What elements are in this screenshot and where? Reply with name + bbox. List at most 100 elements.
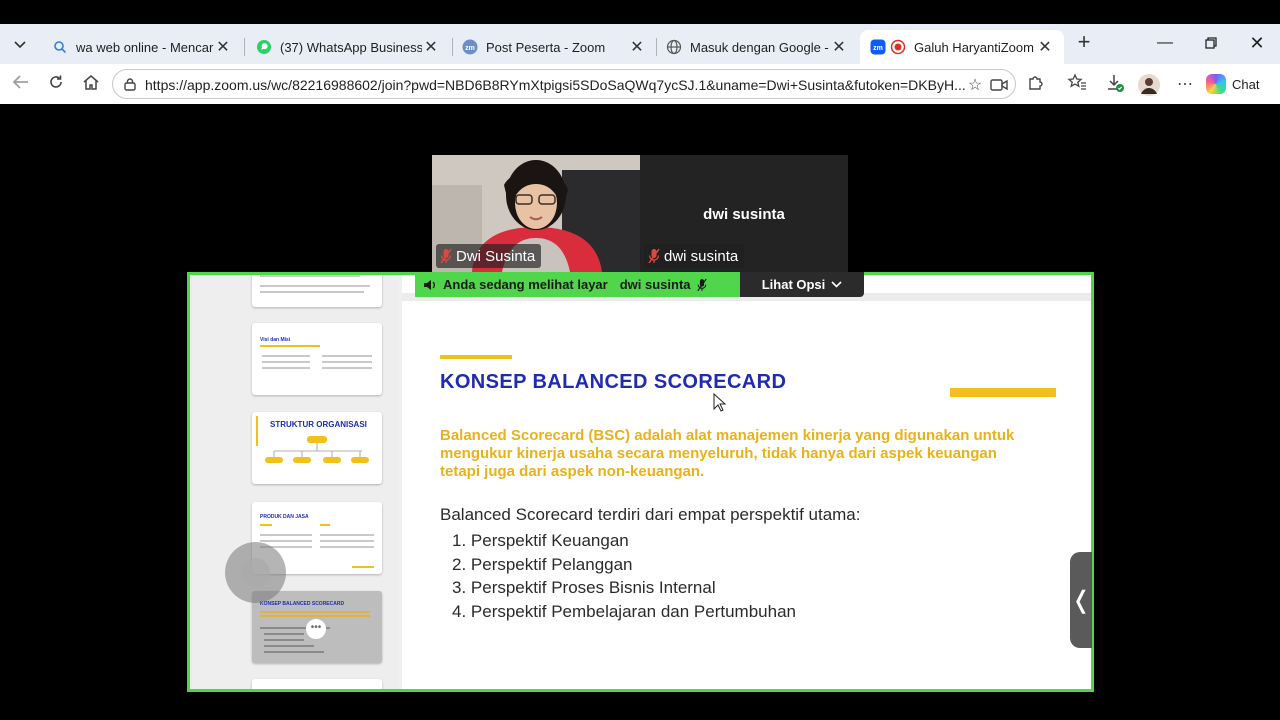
shared-screen[interactable]: Visi dan Misi STRUKTUR ORGANISASI PRODUK… xyxy=(187,272,1094,692)
screen-share-banner: Anda sedang melihat layar dwi susinta xyxy=(415,272,740,297)
slide-thumbnail[interactable] xyxy=(252,679,382,689)
speaker-icon xyxy=(424,279,435,290)
close-icon[interactable]: ✕ xyxy=(1036,37,1054,57)
participant-name: Dwi Susinta xyxy=(456,247,536,265)
mic-muted-icon xyxy=(696,278,707,291)
window-close-button[interactable]: ✕ xyxy=(1242,30,1272,56)
downloads-button[interactable] xyxy=(1103,73,1127,97)
list-item: 4. Perspektif Pembelajaran dan Pertumbuh… xyxy=(452,601,796,621)
copilot-chat-button[interactable]: Chat xyxy=(1206,70,1272,98)
url-text: https://app.zoom.us/wc/82216988602/join?… xyxy=(145,77,965,93)
participant-video-tile[interactable]: dwi susinta dwi susinta xyxy=(640,155,848,272)
screen-bottom-strip xyxy=(0,692,1280,720)
reload-button[interactable] xyxy=(43,72,69,96)
svg-text:zm: zm xyxy=(873,45,883,52)
perspective-list: 1. Perspektif Keuangan 2. Perspektif Pel… xyxy=(452,529,796,623)
minimize-button[interactable]: — xyxy=(1150,30,1180,56)
home-button[interactable] xyxy=(78,72,104,96)
participant-name-tag: Dwi Susinta xyxy=(436,244,542,268)
slide-intro: Balanced Scorecard terdiri dari empat pe… xyxy=(440,505,861,524)
tab-title: Masuk dengan Google - Zoom xyxy=(690,39,830,55)
search-icon xyxy=(52,39,68,55)
address-bar[interactable]: https://app.zoom.us/wc/82216988602/join?… xyxy=(112,69,1016,99)
slide-title: KONSEP BALANCED SCORECARD xyxy=(440,371,787,393)
tab-post-peserta[interactable]: zm Post Peserta - Zoom ✕ xyxy=(452,30,656,64)
svg-text:zm: zm xyxy=(465,45,475,52)
tab-divider xyxy=(244,38,245,56)
view-options-button[interactable]: Lihat Opsi xyxy=(740,272,864,297)
close-icon[interactable]: ✕ xyxy=(422,37,440,57)
profile-button[interactable] xyxy=(1137,73,1161,97)
new-tab-button[interactable]: + xyxy=(1072,30,1096,56)
chevron-down-icon xyxy=(831,281,842,288)
more-icon[interactable]: ••• xyxy=(306,619,326,639)
share-banner-label: Anda sedang melihat layar xyxy=(443,277,608,292)
tab-search[interactable]: wa web online - Mencari ✕ xyxy=(42,30,242,64)
presenter-name: dwi susinta xyxy=(619,277,691,292)
tab-zoom-meeting[interactable]: zm Galuh HaryantiZoom M ✕ xyxy=(860,30,1064,64)
participant-name: dwi susinta xyxy=(664,247,739,265)
mic-muted-icon xyxy=(440,248,452,264)
close-icon[interactable]: ✕ xyxy=(830,37,848,57)
slide-thumbnail-selected[interactable]: KONSEP BALANCED SCORECARD ••• xyxy=(252,591,382,663)
tab-google-signin[interactable]: Masuk dengan Google - Zoom ✕ xyxy=(656,30,858,64)
mouse-cursor-icon xyxy=(713,393,727,412)
close-icon[interactable]: ✕ xyxy=(214,37,232,57)
close-icon[interactable]: ✕ xyxy=(628,37,646,57)
chevron-left-icon: ❬ xyxy=(1070,586,1092,614)
participant-video-tile[interactable]: Dwi Susinta xyxy=(432,155,640,272)
screen-top-strip xyxy=(0,0,1280,24)
copilot-icon xyxy=(1206,74,1226,94)
list-item: 2. Perspektif Pelanggan xyxy=(452,554,633,574)
slide-thumbnail-panel[interactable]: Visi dan Misi STRUKTUR ORGANISASI PRODUK… xyxy=(190,275,399,689)
tab-whatsapp[interactable]: (37) WhatsApp Business ✕ xyxy=(246,30,450,64)
accent-bar xyxy=(440,355,512,359)
tab-title: Galuh HaryantiZoom M xyxy=(914,39,1036,55)
restore-button[interactable] xyxy=(1196,30,1226,56)
participant-display-name: dwi susinta xyxy=(703,206,785,223)
star-icon[interactable]: ☆ xyxy=(965,75,985,95)
more-menu-button[interactable]: ⋯ xyxy=(1173,73,1197,97)
tab-strip: wa web online - Mencari ✕ (37) WhatsApp … xyxy=(0,24,1280,64)
site-info-icon[interactable] xyxy=(123,77,137,91)
back-button[interactable] xyxy=(8,72,34,96)
list-item: 1. Perspektif Keuangan xyxy=(452,531,629,550)
restore-icon xyxy=(1205,37,1217,49)
thumbnail-title: PRODUK DAN JASA xyxy=(260,514,309,520)
extensions-button[interactable] xyxy=(1024,73,1048,97)
address-bar-row: https://app.zoom.us/wc/82216988602/join?… xyxy=(0,64,1280,104)
recording-icon xyxy=(890,39,906,55)
thumbnail-title: Visi dan Misi xyxy=(260,337,291,343)
reload-icon xyxy=(50,75,62,88)
slide-thumbnail[interactable]: Visi dan Misi xyxy=(252,323,382,395)
globe-icon xyxy=(666,39,682,55)
participant-name-tag: dwi susinta xyxy=(644,244,745,268)
arrow-left-icon xyxy=(12,75,28,89)
puzzle-icon xyxy=(1029,76,1043,90)
accent-bar xyxy=(950,388,1056,397)
home-icon xyxy=(83,75,99,90)
tab-title: Post Peserta - Zoom xyxy=(486,39,606,55)
collapse-panel-button[interactable]: ❬ xyxy=(1070,552,1092,648)
tab-search-button[interactable] xyxy=(6,32,34,58)
favorites-button[interactable] xyxy=(1065,73,1089,97)
slide-thumbnail[interactable] xyxy=(252,275,382,307)
favorites-icon xyxy=(1067,73,1086,90)
download-icon xyxy=(1108,75,1124,92)
thumbnail-title: KONSEP BALANCED SCORECARD xyxy=(260,601,345,607)
avatar xyxy=(1138,74,1160,96)
view-options-label: Lihat Opsi xyxy=(761,277,826,292)
chat-label: Chat xyxy=(1232,76,1260,92)
touch-indicator xyxy=(225,542,286,603)
camera-icon[interactable] xyxy=(989,75,1009,95)
zoom-icon: zm xyxy=(870,39,886,55)
presentation-slide: KONSEP BALANCED SCORECARD Balanced Score… xyxy=(402,275,1091,689)
slide-thumbnail[interactable]: STRUKTUR ORGANISASI xyxy=(252,412,382,484)
whatsapp-icon xyxy=(256,39,272,55)
tab-title: wa web online - Mencari xyxy=(76,39,214,55)
slide-definition: Balanced Scorecard (BSC) adalah alat man… xyxy=(440,427,1015,480)
tab-title: (37) WhatsApp Business xyxy=(280,39,422,55)
mic-muted-icon xyxy=(648,248,660,264)
chevron-down-icon xyxy=(14,41,26,49)
org-chart-thumbnail xyxy=(256,416,369,463)
